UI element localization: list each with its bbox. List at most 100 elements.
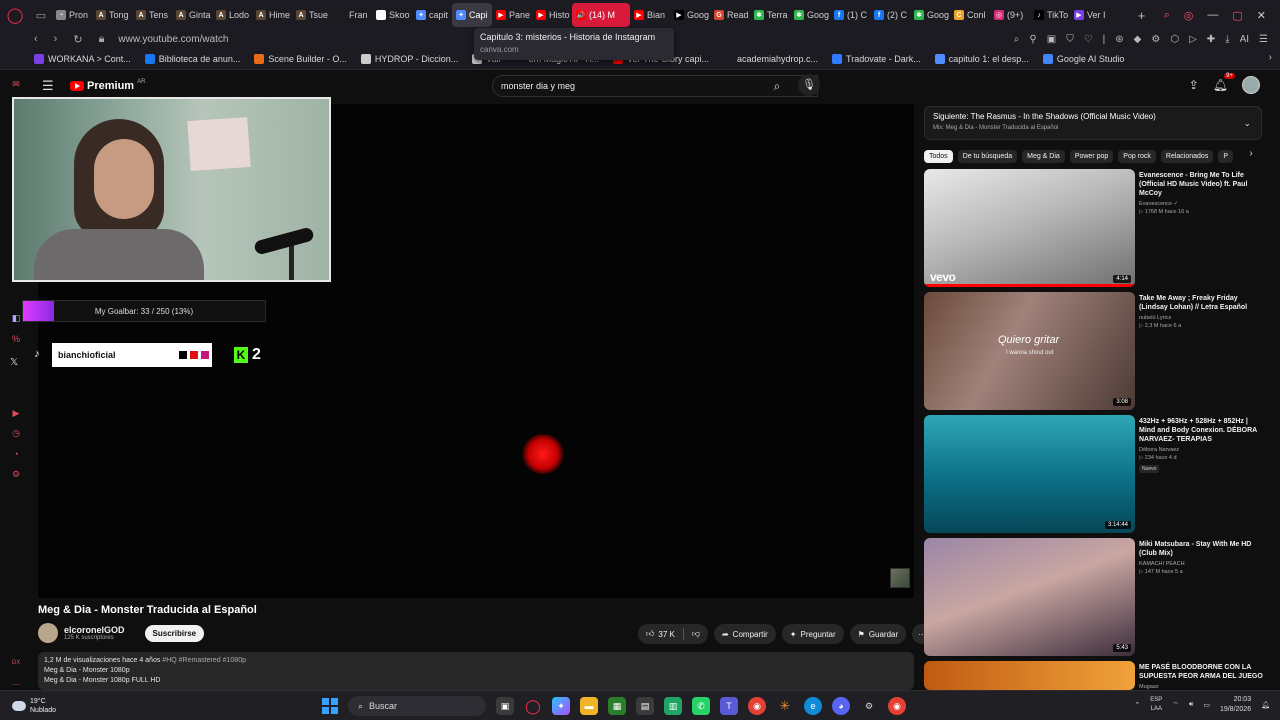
browser-tab[interactable]: A Hime bbox=[252, 3, 292, 27]
reload-icon[interactable]: ↻ bbox=[73, 33, 82, 46]
filter-chip[interactable]: Pop rock bbox=[1118, 149, 1156, 163]
shield-icon[interactable]: ⛉ bbox=[1066, 34, 1074, 45]
browser-tab[interactable]: ◔ Pron bbox=[52, 3, 92, 27]
save-button[interactable]: ⚑ Guardar bbox=[849, 624, 907, 644]
recommended-video[interactable]: 5:43 Miki Matsubara - Stay With Me HD (Cl… bbox=[924, 538, 1264, 656]
aria-ai-icon[interactable]: AI bbox=[1240, 34, 1249, 45]
like-icon[interactable]: 👍︎ bbox=[646, 629, 654, 639]
hashtags[interactable]: #HQ #Remastered #1080p bbox=[162, 657, 246, 664]
video-thumbnail[interactable]: 3:14:44 bbox=[924, 415, 1135, 533]
dislike-icon[interactable]: 👎︎ bbox=[692, 629, 700, 639]
notification-center-icon[interactable]: 🔔︎ bbox=[1261, 701, 1270, 709]
file-explorer-icon[interactable]: ▬ bbox=[580, 697, 598, 715]
browser-tab[interactable]: A Tsue bbox=[292, 3, 332, 27]
video-thumbnail[interactable]: 5:43 bbox=[924, 538, 1135, 656]
channel-avatar[interactable] bbox=[38, 623, 58, 643]
url-field[interactable]: www.youtube.com/watch bbox=[118, 34, 228, 45]
back-icon[interactable]: ‹ bbox=[34, 33, 38, 45]
recommended-video[interactable]: 3:14:44 432Hz + 963Hz + 528Hz + 852Hz | M… bbox=[924, 415, 1264, 533]
bookmark-item[interactable]: HYDROP - Diccion... bbox=[360, 53, 458, 64]
windows-start-icon[interactable] bbox=[322, 698, 338, 714]
browser-tab[interactable]: Fran bbox=[332, 3, 372, 27]
browser-tab[interactable]: ✱ Terra bbox=[750, 3, 790, 27]
account-avatar[interactable] bbox=[1242, 76, 1260, 94]
hamburger-menu-icon[interactable]: ☰ bbox=[42, 78, 58, 94]
download-icon[interactable]: ⤓ bbox=[1225, 34, 1229, 45]
forward-icon[interactable]: › bbox=[54, 33, 58, 45]
snapshot-toolbar-icon[interactable]: ▣ bbox=[1047, 34, 1056, 45]
new-tab-icon[interactable]: + bbox=[1130, 8, 1154, 23]
battery-icon[interactable]: ▭ bbox=[1203, 701, 1210, 709]
snapshot-icon[interactable]: ◎ bbox=[1184, 9, 1194, 22]
video-thumbnail[interactable] bbox=[924, 661, 1135, 690]
filter-chip[interactable]: De tu búsqueda bbox=[957, 149, 1018, 163]
sidebar-more-icon[interactable]: ··· bbox=[9, 678, 23, 690]
bookmark-item[interactable]: academiahydrop.c... bbox=[723, 53, 818, 64]
next-up-panel[interactable]: Siguiente: The Rasmus - In the Shadows (… bbox=[924, 106, 1262, 140]
search-query[interactable]: monster dia y meg bbox=[501, 81, 795, 91]
browser-tab[interactable]: ✱ Goog bbox=[790, 3, 830, 27]
search-icon[interactable]: ⌕ bbox=[767, 76, 787, 96]
browser-tab[interactable]: ▶ Bian bbox=[630, 3, 670, 27]
lock-icon[interactable]: 🔒︎ bbox=[99, 33, 105, 46]
youtube-logo[interactable]: Premium AR bbox=[70, 79, 145, 92]
browser-tab[interactable]: ✦ Capi bbox=[452, 3, 492, 27]
puzzle-icon[interactable]: ✚ bbox=[1207, 34, 1215, 45]
opera-gx-taskbar-icon[interactable]: ◯ bbox=[524, 697, 542, 715]
browser-tab[interactable]: A Tens bbox=[132, 3, 172, 27]
close-window-icon[interactable]: ✕ bbox=[1257, 9, 1266, 22]
channel-name[interactable]: elcoronelGOD bbox=[64, 625, 125, 635]
bookmark-item[interactable]: Scene Builder - O... bbox=[254, 53, 347, 64]
video-title-text[interactable]: Evanescence - Bring Me To Life (Official… bbox=[1139, 171, 1264, 198]
sidebar-bell-icon[interactable]: ◔ bbox=[9, 448, 23, 460]
sidebar-gx-icon[interactable]: GX bbox=[9, 657, 23, 669]
browser-tab[interactable]: ▶ Goog bbox=[670, 3, 710, 27]
chrome-2-icon[interactable]: ◉ bbox=[888, 697, 906, 715]
bookmark-item[interactable]: Tradovate - Dark... bbox=[832, 53, 921, 64]
weather-widget[interactable]: 19°C Nublado bbox=[0, 697, 200, 715]
bookmark-item[interactable]: Biblioteca de anun... bbox=[144, 53, 240, 64]
whatsapp-icon[interactable]: ✆ bbox=[692, 697, 710, 715]
sidebar-player-icon[interactable]: ▶ bbox=[9, 407, 23, 419]
video-title-text[interactable]: 432Hz + 963Hz + 528Hz + 852Hz | Mind and… bbox=[1139, 417, 1264, 444]
bookmarks-overflow-icon[interactable]: › bbox=[1269, 52, 1272, 63]
search-tabs-icon[interactable]: ⌕ bbox=[1164, 9, 1170, 22]
sheets-icon[interactable]: ▥ bbox=[664, 697, 682, 715]
video-thumbnail[interactable]: Quiero gritar I wanna shout out 3:08 bbox=[924, 292, 1135, 410]
bookmark-item[interactable]: WORKANA > Cont... bbox=[34, 53, 131, 64]
notifications-icon[interactable]: 🔔︎ 9+ bbox=[1213, 73, 1235, 92]
maximize-icon[interactable]: ▢ bbox=[1232, 9, 1242, 22]
browser-tab[interactable]: ▶ Ver I bbox=[1070, 3, 1110, 27]
zoom-icon[interactable]: ⌕ bbox=[1014, 34, 1020, 45]
browser-tab[interactable]: ✦ capit bbox=[412, 3, 452, 27]
like-count[interactable]: 37 K bbox=[658, 630, 674, 639]
opera-logo-icon[interactable]: ◯ bbox=[0, 0, 30, 30]
sidebar-settings-icon[interactable]: ⚙ bbox=[9, 469, 23, 481]
browser-tab[interactable]: f (1) C bbox=[830, 3, 870, 27]
filter-chip[interactable]: Relacionados bbox=[1160, 149, 1214, 163]
player-corner-thumbnail[interactable] bbox=[890, 568, 910, 588]
browser-tab[interactable]: s Skoo bbox=[372, 3, 412, 27]
teams-icon[interactable]: T bbox=[720, 697, 738, 715]
sidebar-history-icon[interactable]: ◷ bbox=[9, 428, 23, 440]
recommended-video[interactable]: ME PASÉ BLOODBORNE CON LA SUPUESTA PEOR … bbox=[924, 661, 1264, 690]
chips-next-icon[interactable]: › bbox=[1244, 148, 1258, 164]
browser-tab[interactable]: A Tong bbox=[92, 3, 132, 27]
task-view-icon[interactable]: ▣ bbox=[496, 697, 514, 715]
filter-chip[interactable]: Power pop bbox=[1069, 149, 1114, 163]
browser-tab[interactable]: 🔊 (14) M bbox=[572, 3, 630, 27]
bookmark-item[interactable]: Google AI Studio bbox=[1042, 53, 1124, 64]
taskbar-search[interactable]: ⌕ Buscar bbox=[348, 696, 486, 716]
microphone-icon[interactable]: 🎙︎ bbox=[798, 74, 820, 96]
tab-overview-icon[interactable]: ▭ bbox=[30, 0, 52, 30]
browser-tab[interactable]: ✱ Goog bbox=[910, 3, 950, 27]
browser-tab[interactable]: A Lodo bbox=[212, 3, 252, 27]
sidebar-twitch-icon[interactable]: ◧ bbox=[9, 312, 23, 324]
minimize-icon[interactable]: — bbox=[1207, 9, 1218, 21]
player-icon[interactable]: ▷ bbox=[1189, 34, 1197, 45]
chrome-icon[interactable]: ◉ bbox=[748, 697, 766, 715]
video-thumbnail[interactable]: vevo 4:14 bbox=[924, 169, 1135, 287]
copilot-icon[interactable]: ✦ bbox=[552, 697, 570, 715]
subscribe-button[interactable]: Suscribirse bbox=[144, 624, 205, 642]
share-button[interactable]: ➦ Compartir bbox=[713, 624, 776, 644]
